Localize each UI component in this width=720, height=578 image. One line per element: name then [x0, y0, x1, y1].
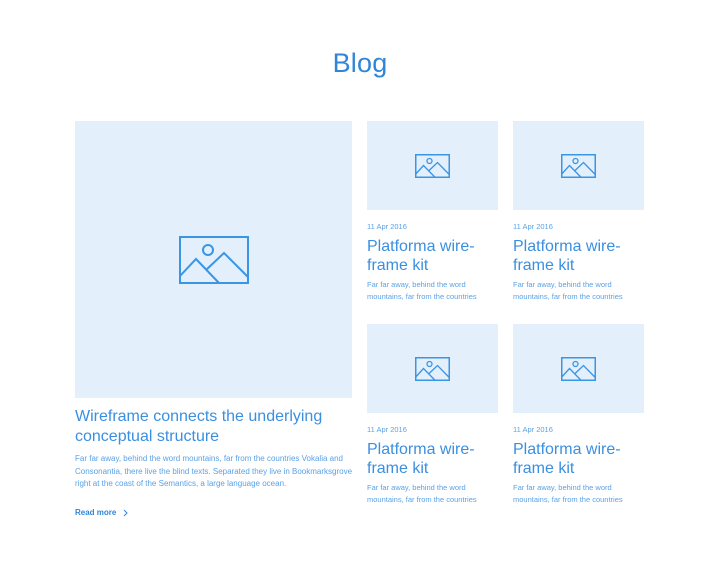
- image-placeholder-icon: [561, 153, 596, 178]
- post-card-image[interactable]: [367, 121, 498, 210]
- read-more-label: Read more: [75, 508, 117, 517]
- post-title[interactable]: Platforma wire-frame kit: [513, 237, 644, 275]
- chevron-right-icon: [124, 509, 129, 516]
- image-placeholder-icon: [561, 356, 596, 381]
- post-excerpt: Far far away, behind the word mountains,…: [513, 483, 623, 505]
- post-card-image[interactable]: [367, 324, 498, 413]
- page-title: Blog: [332, 48, 388, 78]
- post-title[interactable]: Platforma wire-frame kit: [367, 440, 498, 478]
- featured-post-title[interactable]: Wireframe connects the underlying concep…: [75, 407, 347, 446]
- post-date: 11 Apr 2016: [367, 425, 407, 434]
- post-title[interactable]: Platforma wire-frame kit: [367, 237, 498, 275]
- post-excerpt: Far far away, behind the word mountains,…: [367, 483, 477, 505]
- post-excerpt: Far far away, behind the word mountains,…: [513, 280, 623, 302]
- post-card: 11 Apr 2016 Platforma wire-frame kit Far…: [367, 121, 498, 304]
- image-placeholder-icon: [415, 153, 450, 178]
- post-date: 11 Apr 2016: [513, 222, 553, 231]
- post-card: 11 Apr 2016 Platforma wire-frame kit Far…: [367, 324, 498, 507]
- post-date: 11 Apr 2016: [367, 222, 407, 231]
- featured-image-placeholder[interactable]: [75, 121, 352, 398]
- read-more-link[interactable]: Read more: [75, 508, 129, 517]
- post-date: 11 Apr 2016: [513, 425, 553, 434]
- post-title[interactable]: Platforma wire-frame kit: [513, 440, 644, 478]
- image-placeholder-icon: [178, 235, 249, 284]
- post-card: 11 Apr 2016 Platforma wire-frame kit Far…: [513, 121, 644, 304]
- post-excerpt: Far far away, behind the word mountains,…: [367, 280, 477, 302]
- post-card: 11 Apr 2016 Platforma wire-frame kit Far…: [513, 324, 644, 507]
- post-card-image[interactable]: [513, 121, 644, 210]
- featured-post-description: Far far away, behind the word mountains,…: [75, 454, 353, 488]
- post-card-image[interactable]: [513, 324, 644, 413]
- image-placeholder-icon: [415, 356, 450, 381]
